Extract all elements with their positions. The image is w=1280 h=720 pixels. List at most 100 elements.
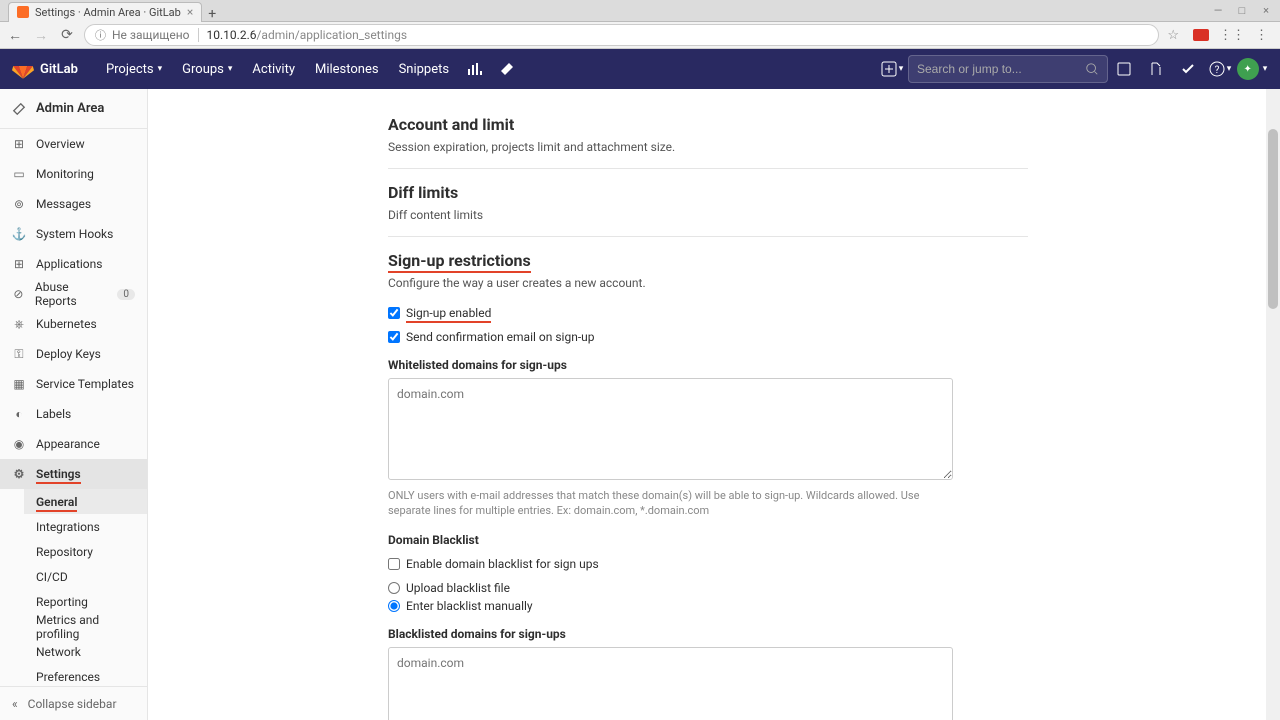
- sidebar-sub-cicd[interactable]: CI/CD: [24, 564, 147, 589]
- sidebar-header[interactable]: Admin Area: [0, 89, 147, 129]
- sidebar-item-overview[interactable]: ⊞Overview: [0, 129, 147, 159]
- nav-snippets[interactable]: Snippets: [389, 49, 460, 89]
- sidebar-sub-metrics[interactable]: Metrics and profiling: [24, 614, 147, 639]
- radio-enter-manually[interactable]: Enter blacklist manually: [388, 599, 1028, 613]
- grid-icon: ⊞: [12, 137, 26, 151]
- gitlab-logo[interactable]: GitLab: [12, 58, 78, 80]
- nav-activity[interactable]: Activity: [242, 49, 305, 89]
- bookmark-icon[interactable]: ☆: [1167, 28, 1179, 43]
- favicon-icon: [17, 6, 29, 18]
- tab-title: Settings · Admin Area · GitLab: [35, 6, 181, 19]
- sidebar-item-system-hooks[interactable]: ⚓System Hooks: [0, 219, 147, 249]
- browser-tab[interactable]: Settings · Admin Area · GitLab ×: [8, 2, 202, 22]
- back-button[interactable]: ←: [6, 27, 24, 44]
- nav-monitor-icon[interactable]: [459, 49, 491, 89]
- info-icon: ⓘ: [95, 27, 106, 43]
- radio-input[interactable]: [388, 600, 400, 612]
- section-title: Account and limit: [388, 115, 675, 134]
- browser-menu-icon[interactable]: ⋮: [1255, 28, 1268, 43]
- hook-icon: ⚓: [12, 227, 26, 241]
- section-title: Sign-up restrictions: [388, 251, 646, 270]
- sidebar-item-service-templates[interactable]: ▦Service Templates: [0, 369, 147, 399]
- sidebar-item-settings[interactable]: ⚙Settings: [0, 459, 147, 489]
- merge-requests-icon[interactable]: [1140, 49, 1172, 89]
- search-icon: [1085, 62, 1099, 76]
- scrollbar[interactable]: [1266, 89, 1280, 720]
- section-signup-restrictions: Sign-up restrictions Configure the way a…: [388, 237, 1028, 720]
- security-warning: Не защищено: [112, 28, 190, 42]
- close-tab-icon[interactable]: ×: [187, 5, 193, 19]
- todos-icon[interactable]: [1172, 49, 1204, 89]
- nav-admin-icon[interactable]: [491, 49, 523, 89]
- sidebar-sub-preferences[interactable]: Preferences: [24, 664, 147, 686]
- radio-upload-file[interactable]: Upload blacklist file: [388, 581, 1028, 595]
- checkbox-confirmation-email[interactable]: Send confirmation email on sign-up: [388, 330, 1028, 344]
- checkbox-enable-blacklist[interactable]: Enable domain blacklist for sign ups: [388, 557, 1028, 571]
- key-icon: ⚿: [12, 347, 26, 361]
- extensions-icon[interactable]: ⋮⋮: [1219, 28, 1245, 43]
- collapse-sidebar-button[interactable]: « Collapse sidebar: [0, 686, 147, 720]
- svg-text:?: ?: [1214, 65, 1219, 76]
- gear-icon: ⚙: [12, 467, 26, 481]
- kubernetes-icon: ⎈: [12, 317, 26, 331]
- section-diff-limits: Diff limits Diff content limits Expand: [388, 169, 1028, 237]
- sidebar-item-messages[interactable]: ⊚Messages: [0, 189, 147, 219]
- checkbox-input[interactable]: [388, 307, 400, 319]
- whitelist-textarea[interactable]: [388, 378, 953, 480]
- label-icon: ◐: [12, 407, 26, 421]
- address-bar: ← → ⟳ ⓘ Не защищено 10.10.2.6/admin/appl…: [0, 22, 1280, 49]
- sidebar-item-kubernetes[interactable]: ⎈Kubernetes: [0, 309, 147, 339]
- template-icon: ▦: [12, 377, 26, 391]
- browser-tab-strip: Settings · Admin Area · GitLab × + — □ ×: [0, 0, 1280, 22]
- sidebar-item-deploy-keys[interactable]: ⚿Deploy Keys: [0, 339, 147, 369]
- new-tab-button[interactable]: +: [202, 6, 222, 22]
- sidebar-item-labels[interactable]: ◐Labels: [0, 399, 147, 429]
- blacklist-label: Blacklisted domains for sign-ups: [388, 627, 1028, 641]
- maximize-button[interactable]: □: [1236, 4, 1248, 17]
- radio-input[interactable]: [388, 582, 400, 594]
- forward-button[interactable]: →: [32, 27, 50, 44]
- scrollbar-thumb[interactable]: [1268, 129, 1278, 309]
- search-input[interactable]: [917, 62, 1085, 76]
- help-icon[interactable]: ?▾: [1204, 49, 1236, 89]
- whitelist-help: ONLY users with e-mail addresses that ma…: [388, 488, 953, 519]
- section-account-limit: Account and limit Session expiration, pr…: [388, 101, 1028, 169]
- collapse-icon: «: [12, 697, 18, 711]
- url-input[interactable]: ⓘ Не защищено 10.10.2.6/admin/applicatio…: [84, 24, 1159, 46]
- monitor-icon: ▭: [12, 167, 26, 181]
- blacklist-textarea[interactable]: [388, 647, 953, 720]
- checkbox-input[interactable]: [388, 331, 400, 343]
- sidebar-sub-reporting[interactable]: Reporting: [24, 589, 147, 614]
- gitlab-header: GitLab Projects▾ Groups▾ Activity Milest…: [0, 49, 1280, 89]
- sidebar-sub-repository[interactable]: Repository: [24, 539, 147, 564]
- sidebar-sub-integrations[interactable]: Integrations: [24, 514, 147, 539]
- broadcast-icon: ⊚: [12, 197, 26, 211]
- minimize-button[interactable]: —: [1212, 4, 1224, 17]
- close-window-button[interactable]: ×: [1260, 4, 1272, 17]
- user-menu[interactable]: ✦▾: [1236, 49, 1268, 89]
- whitelist-label: Whitelisted domains for sign-ups: [388, 358, 1028, 372]
- reload-button[interactable]: ⟳: [58, 27, 76, 43]
- nav-projects[interactable]: Projects▾: [96, 49, 172, 89]
- blacklist-title: Domain Blacklist: [388, 533, 1028, 547]
- sidebar-item-monitoring[interactable]: ▭Monitoring: [0, 159, 147, 189]
- checkbox-signup-enabled[interactable]: Sign-up enabled: [388, 306, 1028, 320]
- apps-icon: ⊞: [12, 257, 26, 271]
- avatar: ✦: [1237, 58, 1259, 80]
- sidebar-item-appearance[interactable]: ◉Appearance: [0, 429, 147, 459]
- gmail-extension-icon[interactable]: [1193, 29, 1209, 41]
- issues-icon[interactable]: [1108, 49, 1140, 89]
- nav-groups[interactable]: Groups▾: [172, 49, 242, 89]
- sidebar-item-applications[interactable]: ⊞Applications: [0, 249, 147, 279]
- sidebar-item-abuse-reports[interactable]: ⊘Abuse Reports0: [0, 279, 147, 309]
- new-item-button[interactable]: ▾: [876, 49, 908, 89]
- appearance-icon: ◉: [12, 437, 26, 451]
- checkbox-input[interactable]: [388, 558, 400, 570]
- url-text: 10.10.2.6/admin/application_settings: [207, 28, 408, 42]
- section-desc: Configure the way a user creates a new a…: [388, 276, 646, 290]
- sidebar-sub-general[interactable]: General: [24, 489, 147, 514]
- nav-milestones[interactable]: Milestones: [305, 49, 389, 89]
- sidebar-sub-network[interactable]: Network: [24, 639, 147, 664]
- badge: 0: [117, 289, 135, 300]
- search-box[interactable]: [908, 55, 1108, 83]
